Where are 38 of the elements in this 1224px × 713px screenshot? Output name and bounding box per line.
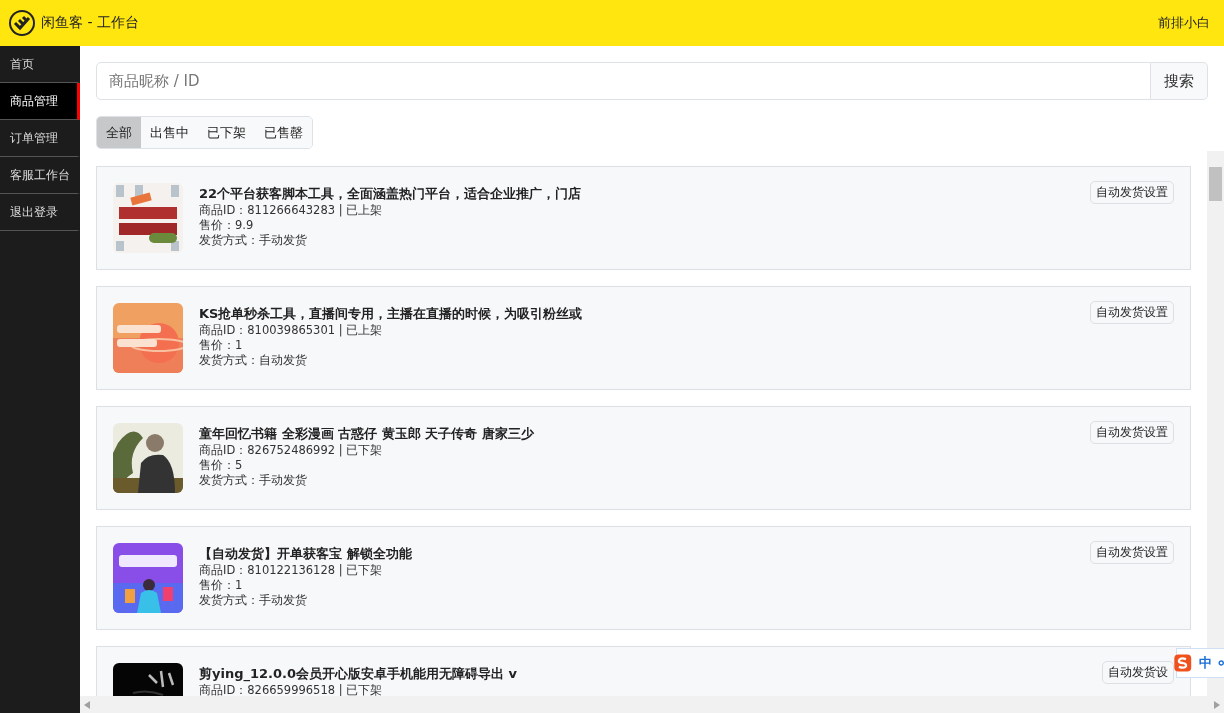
product-id: 商品ID：810122136128 | 已下架 — [199, 563, 384, 578]
product-title: KS抢单秒杀工具，直播间专用，主播在直播的时候，为吸引粉丝或 — [199, 305, 583, 323]
sidebar-item[interactable]: 订单管理 — [0, 120, 80, 157]
shipping-method: 发货方式：自动发货 — [199, 353, 308, 368]
search-button[interactable]: 搜索 — [1151, 62, 1208, 100]
auto-delivery-button[interactable]: 自动发货设置 — [1090, 181, 1174, 204]
ime-mode[interactable]: 中 — [1198, 654, 1212, 672]
product-price: 售价：1 — [199, 578, 244, 593]
product-id: 商品ID：810039865301 | 已上架 — [199, 323, 384, 338]
product-title: 22个平台获客脚本工具，全面涵盖热门平台，适合企业推广，门店 — [199, 185, 582, 203]
horizontal-scrollbar[interactable] — [80, 696, 1224, 713]
filter-tab[interactable]: 全部 — [97, 117, 141, 148]
auto-delivery-button[interactable]: 自动发货设置 — [1090, 421, 1174, 444]
sidebar-item[interactable]: 退出登录 — [0, 194, 80, 231]
auto-delivery-button[interactable]: 自动发货设 — [1102, 661, 1174, 684]
app-title: 闲鱼客 - 工作台 — [41, 14, 140, 32]
product-id: 商品ID：811266643283 | 已上架 — [199, 203, 384, 218]
product-title: 【自动发货】开单获客宝 解锁全功能 — [199, 545, 412, 563]
search-field[interactable]: 商品昵称 / ID — [96, 62, 1151, 100]
auto-delivery-button[interactable]: 自动发货设置 — [1090, 301, 1174, 324]
product-price: 售价：5 — [199, 458, 244, 473]
sidebar-item[interactable]: 客服工作台 — [0, 157, 80, 194]
shipping-method: 发货方式：手动发货 — [199, 233, 308, 248]
auto-delivery-button[interactable]: 自动发货设置 — [1090, 541, 1174, 564]
scroll-left-icon[interactable] — [84, 700, 90, 709]
logo-icon — [8, 9, 36, 37]
scroll-right-icon[interactable] — [1214, 700, 1220, 709]
ime-toolbar[interactable]: 中 — [1176, 648, 1224, 678]
product-price: 售价：9.9 — [199, 218, 255, 233]
product-id: 商品ID：826659996518 | 已下架 — [199, 683, 384, 696]
shipping-method: 发货方式：手动发货 — [199, 593, 308, 608]
product-title: 童年回忆书籍 全彩漫画 古惑仔 黄玉郎 天子传奇 唐家三少 — [199, 425, 534, 443]
sidebar-item[interactable]: 商品管理 — [0, 83, 80, 120]
product-price: 售价：1 — [199, 338, 244, 353]
user-name[interactable]: 前排小白 — [1158, 14, 1210, 32]
shipping-method: 发货方式：手动发货 — [199, 473, 308, 488]
product-title: 剪ying_12.0.0会员开心版安卓手机能用无障碍导出 v — [199, 665, 518, 683]
product-id: 商品ID：826752486992 | 已下架 — [199, 443, 384, 458]
